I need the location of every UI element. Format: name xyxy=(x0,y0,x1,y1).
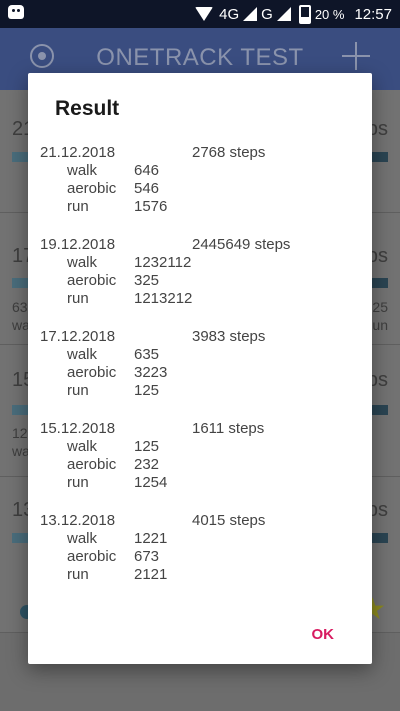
walk-value: 646 xyxy=(134,162,160,179)
list-item-detail: un xyxy=(372,317,388,333)
entry-steps: 2445649 steps xyxy=(192,236,291,253)
walk-label: walk xyxy=(67,254,98,271)
walk-label: walk xyxy=(67,438,98,455)
network-type: 4G xyxy=(219,5,240,23)
walk-label: walk xyxy=(67,162,98,179)
run-label: run xyxy=(67,290,89,307)
entry-date: 15.12.2018 xyxy=(40,420,116,437)
list-item-detail: 25 xyxy=(372,299,388,315)
clock: 12:57 xyxy=(354,5,392,23)
result-entry: 21.12.2018 2768 steps walk 646 aerobic 5… xyxy=(40,144,360,236)
battery-icon xyxy=(298,4,311,24)
entry-date: 21.12.2018 xyxy=(40,144,116,161)
run-value: 2121 xyxy=(134,566,168,583)
walk-label: walk xyxy=(67,530,98,547)
app-title: ONETRACK TEST xyxy=(96,44,304,71)
run-value: 125 xyxy=(134,382,160,399)
aerobic-value: 232 xyxy=(134,456,160,473)
entry-steps: 3983 steps xyxy=(192,328,266,345)
list-item-detail: 12 xyxy=(12,425,28,441)
entry-steps: 4015 steps xyxy=(192,512,266,529)
status-icons: 4G G 20 % 12:57 xyxy=(195,4,392,24)
run-value: 1254 xyxy=(134,474,168,491)
aerobic-value: 325 xyxy=(134,272,160,289)
run-value: 1576 xyxy=(134,198,168,215)
ok-button[interactable]: OK xyxy=(312,626,335,643)
aerobic-label: aerobic xyxy=(67,272,117,289)
walk-value: 1232112 xyxy=(134,254,192,271)
wifi-icon xyxy=(195,7,214,21)
run-label: run xyxy=(67,474,89,491)
aerobic-value: 3223 xyxy=(134,364,168,381)
result-dialog: Result 21.12.2018 2768 steps walk 646 ae… xyxy=(28,73,372,664)
add-icon[interactable] xyxy=(342,42,370,70)
list-item-detail: 63 xyxy=(12,299,28,315)
signal-icon xyxy=(243,7,258,21)
run-label: run xyxy=(67,198,89,215)
run-label: run xyxy=(67,566,89,583)
dialog-title: Result xyxy=(55,97,120,120)
result-entry: 19.12.2018 2445649 steps walk 1232112 ae… xyxy=(40,236,360,328)
entry-date: 13.12.2018 xyxy=(40,512,116,529)
entry-steps: 1611 steps xyxy=(192,420,265,437)
entry-steps: 2768 steps xyxy=(192,144,266,161)
aerobic-value: 546 xyxy=(134,180,160,197)
battery-level: 20 % xyxy=(314,6,345,22)
signal-icon-2 xyxy=(276,7,291,21)
result-list: 21.12.2018 2768 steps walk 646 aerobic 5… xyxy=(40,144,360,604)
android-icon xyxy=(8,5,24,19)
walk-value: 125 xyxy=(134,438,160,455)
run-value: 1213212 xyxy=(134,290,193,307)
run-label: run xyxy=(67,382,89,399)
result-entry: 13.12.2018 4015 steps walk 1221 aerobic … xyxy=(40,512,360,604)
result-entry: 17.12.2018 3983 steps walk 635 aerobic 3… xyxy=(40,328,360,420)
entry-date: 17.12.2018 xyxy=(40,328,116,345)
status-bar: 4G G 20 % 12:57 xyxy=(0,0,400,28)
aerobic-value: 673 xyxy=(134,548,160,565)
result-entry: 15.12.2018 1611 steps walk 125 aerobic 2… xyxy=(40,420,360,512)
aerobic-label: aerobic xyxy=(67,456,117,473)
aerobic-label: aerobic xyxy=(67,548,117,565)
network-type-2: G xyxy=(261,5,273,23)
walk-label: walk xyxy=(67,346,98,363)
aerobic-label: aerobic xyxy=(67,364,117,381)
walk-value: 635 xyxy=(134,346,160,363)
aerobic-label: aerobic xyxy=(67,180,117,197)
walk-value: 1221 xyxy=(134,530,168,547)
entry-date: 19.12.2018 xyxy=(40,236,116,253)
